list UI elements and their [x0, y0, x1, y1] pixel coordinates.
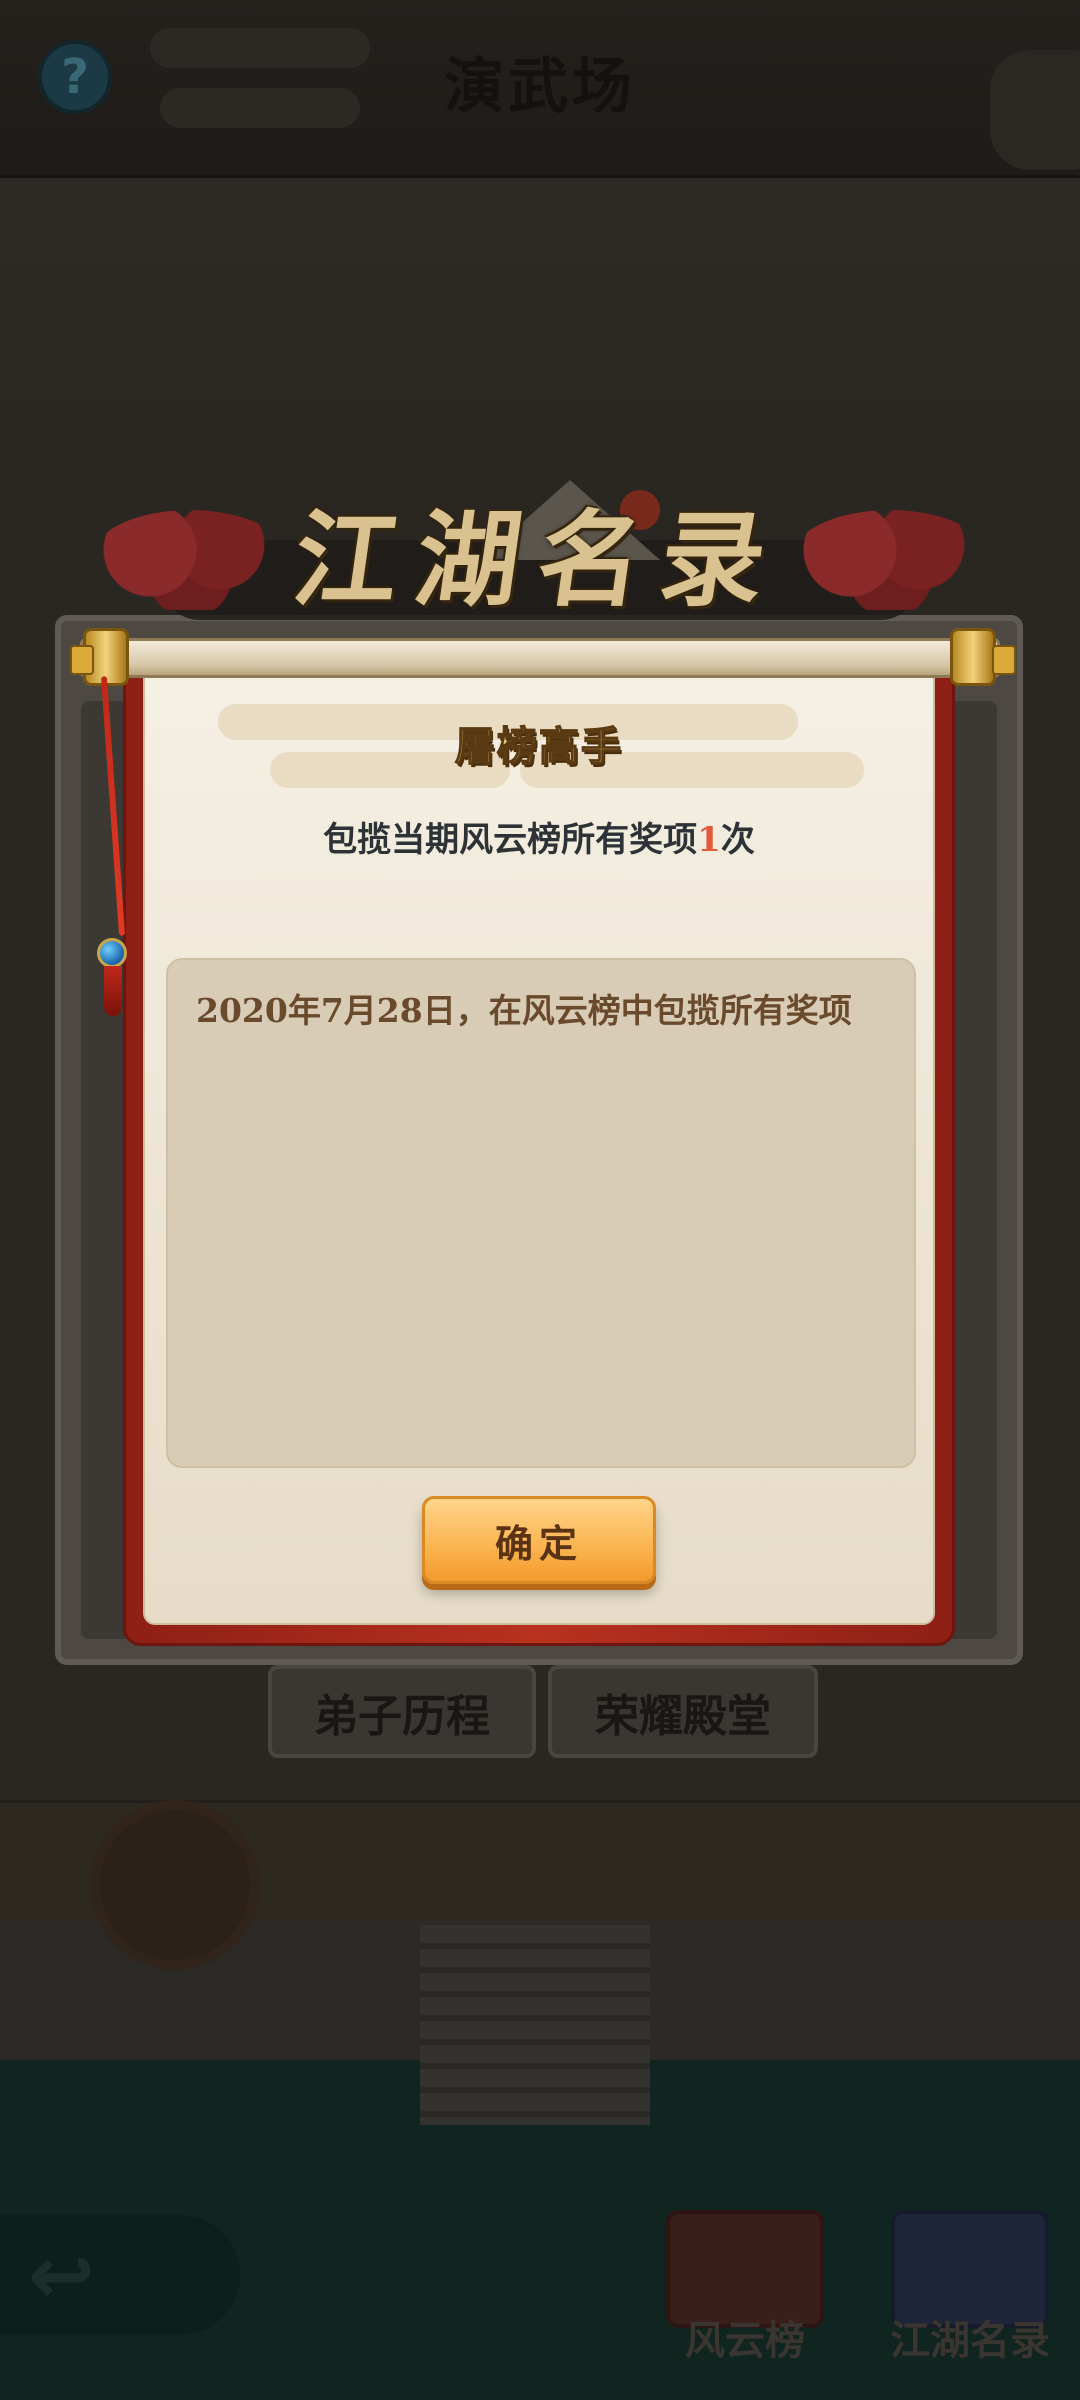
rod-knob-right — [992, 645, 1016, 675]
record-panel: 2020年7月28日，在风云榜中包揽所有奖项 — [166, 958, 916, 1468]
achievement-description: 包揽当期风云榜所有奖项1次 — [143, 812, 935, 861]
game-screen: ? 演武场 弟子历程 荣耀殿堂 ↩ 风云榜 江湖名录 江湖名录 屠榜高手 包揽当… — [0, 0, 1080, 2400]
achievement-title: 屠榜高手 — [454, 722, 623, 771]
background-drum — [90, 1800, 260, 1970]
rod-cap-right — [950, 628, 996, 686]
modal-banner: 江湖名录 — [90, 470, 990, 630]
background-stairs — [420, 1925, 650, 2125]
back-arrow-icon: ↩ — [28, 2228, 96, 2322]
nav-fengyun-ranking[interactable]: 风云榜 — [655, 2210, 835, 2370]
nav-label: 风云榜 — [685, 2317, 805, 2364]
confirm-button[interactable]: 确定 — [422, 1496, 656, 1584]
scene-title: 演武场 — [444, 52, 636, 122]
description-suffix: 次 — [720, 820, 755, 860]
back-button[interactable]: ↩ — [0, 2215, 240, 2335]
tab-hall-of-honor[interactable]: 荣耀殿堂 — [548, 1665, 818, 1758]
scroll-rod — [80, 638, 1000, 678]
description-prefix: 包揽当期风云榜所有奖项 — [323, 820, 698, 860]
nav-jianghu-directory[interactable]: 江湖名录 — [880, 2210, 1060, 2370]
tassel-tail — [104, 966, 122, 1016]
maple-tree-icon — [790, 510, 990, 610]
rod-knob-left — [70, 645, 94, 675]
top-bar: ? 演武场 — [0, 0, 1080, 178]
banner-title: 江湖名录 — [286, 497, 792, 621]
jade-bead-icon — [97, 938, 127, 968]
record-entry: 2020年7月28日，在风云榜中包揽所有奖项 — [196, 991, 852, 1030]
nav-label: 江湖名录 — [890, 2317, 1050, 2364]
tab-disciple-history[interactable]: 弟子历程 — [268, 1665, 536, 1758]
maple-tree-icon — [90, 510, 290, 610]
description-count: 1 — [697, 820, 721, 860]
